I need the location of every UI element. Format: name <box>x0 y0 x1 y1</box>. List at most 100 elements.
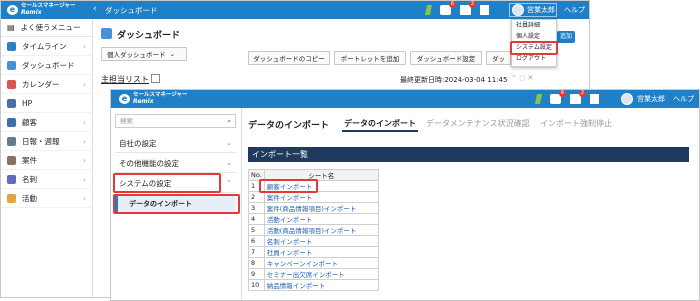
highlight-system-settings <box>510 41 558 55</box>
back-header: e セールスマネージャー Remix ‹ ダッシュボード 6 2 営業太郎 ヘルプ <box>1 1 589 19</box>
tab-force-stop[interactable]: インポート強制停止 <box>540 118 612 129</box>
updated-time: 最終更新日時:2024-03-04 11:45 <box>400 76 508 84</box>
sidebar-item-activity[interactable]: 活動 › <box>1 189 92 208</box>
tab-maintenance-status[interactable]: データメンテナンス状況確認 <box>426 118 530 129</box>
menu-label: 自社の設定 <box>119 138 157 148</box>
chevron-right-icon: › <box>83 155 86 165</box>
highlight-customer-import <box>259 179 318 193</box>
import-list-header: インポート一覧 <box>248 147 689 162</box>
help-link[interactable]: ヘルプ <box>673 94 694 104</box>
dashboard-icon <box>7 60 16 70</box>
sheet-link[interactable]: 納品情報インポート <box>263 279 379 291</box>
user-name[interactable]: 営業太郎 <box>637 94 665 104</box>
logo-mark-icon: e <box>7 4 18 15</box>
avatar[interactable] <box>621 93 633 105</box>
sidebar-item-hp[interactable]: HP <box>1 94 92 113</box>
chat-icon[interactable]: 6 <box>440 1 456 15</box>
favorites-menu[interactable]: ▤ よく使うメニュー <box>1 19 92 37</box>
table-row: 9 セミナー出欠席インポート <box>248 268 379 280</box>
chevron-right-icon: › <box>83 41 86 51</box>
personal-dashboard-label: 個人ダッシュボード <box>107 51 166 59</box>
document-icon[interactable] <box>480 5 489 15</box>
table-row: 2 案件インポート <box>248 191 379 203</box>
sidebar-label: ダッシュボード <box>22 60 75 70</box>
sidebar-label: 日報・週報 <box>22 136 60 146</box>
menu-employee-detail[interactable]: 社員詳細 <box>512 20 556 31</box>
sidebar-item-report[interactable]: 日報・週報 › <box>1 132 92 151</box>
row-no: 9 <box>248 268 265 280</box>
search-input[interactable]: 検索 ⌕ <box>115 114 236 128</box>
row-no: 10 <box>248 279 265 291</box>
dashboard-settings-button[interactable]: ダッシュボード設定 <box>410 51 482 65</box>
table-row: 7 社員インポート <box>248 246 379 258</box>
chevron-down-icon: ⌄ <box>226 139 232 147</box>
table-row: 6 名刺インポート <box>248 235 379 247</box>
portlet-controls[interactable]: ⌃ ◌ ✕ <box>511 74 533 82</box>
help-link[interactable]: ヘルプ <box>564 5 585 15</box>
copy-dashboard-button[interactable]: ダッシュボードのコピー <box>248 51 330 65</box>
front-logo: e セールスマネージャー Remix <box>119 92 187 105</box>
mail-icon[interactable]: 2 <box>570 90 586 104</box>
search-icon: ⌕ <box>227 117 231 125</box>
mail-badge: 2 <box>468 1 476 8</box>
tab-data-import[interactable]: データのインポート <box>344 118 416 129</box>
sidebar-item-customer[interactable]: 顧客 › <box>1 113 92 132</box>
sheet-link[interactable]: 案件インポート <box>263 191 379 203</box>
row-no: 6 <box>248 235 265 247</box>
tab-active-underline <box>342 130 418 132</box>
chevron-right-icon: › <box>83 136 86 146</box>
sheet-link[interactable]: キャンペーンインポート <box>263 257 379 269</box>
sheet-link[interactable]: 社員インポート <box>263 246 379 258</box>
timeline-icon <box>7 41 16 51</box>
sidebar-label: HP <box>22 98 33 108</box>
menu-company-settings[interactable]: 自社の設定 ⌄ <box>115 134 236 153</box>
table-row: 8 キャンペーンインポート <box>248 257 379 269</box>
highlight-data-import <box>113 194 240 214</box>
front-header-icons: 6 2 <box>534 90 599 104</box>
front-main: データのインポート データのインポート データメンテナンス状況確認 インポート強… <box>242 108 699 300</box>
sidebar-item-card[interactable]: 名刺 › <box>1 170 92 189</box>
row-no: 2 <box>248 191 265 203</box>
back-chevron-icon[interactable]: ‹ <box>93 4 97 14</box>
sidebar-label: カレンダー <box>22 79 60 89</box>
personal-dashboard-select[interactable]: 個人ダッシュボード ⌄ <box>101 47 187 61</box>
back-user-area[interactable]: 営業太郎 <box>509 3 557 17</box>
front-header: e セールスマネージャー Remix 6 2 営業太郎 ヘルプ <box>111 90 699 108</box>
sidebar-item-calendar[interactable]: カレンダー › <box>1 75 92 94</box>
beginner-icon[interactable] <box>534 94 543 104</box>
add-portlet-button[interactable]: ポートレットを追加 <box>334 51 406 65</box>
sheet-link[interactable]: 名刺インポート <box>263 235 379 247</box>
table-row: 10 納品情報インポート <box>248 279 379 291</box>
back-sidebar: ▤ よく使うメニュー タイムライン › ダッシュボード カレンダー › HP 顧客 › … <box>1 19 93 297</box>
sidebar-item-timeline[interactable]: タイムライン › <box>1 37 92 56</box>
breadcrumb: ダッシュボード <box>105 6 158 15</box>
logo-mark-icon: e <box>119 93 130 104</box>
portlet-title[interactable]: 主担当リスト <box>101 74 149 85</box>
user-name: 営業太郎 <box>527 6 555 14</box>
more-dashboard-button[interactable]: ダッ <box>486 51 511 65</box>
row-no: 7 <box>248 246 265 258</box>
chevron-down-icon: ⌄ <box>226 159 232 167</box>
add-button[interactable]: 追加 <box>557 31 575 43</box>
mail-icon[interactable]: 2 <box>460 1 476 15</box>
row-no: 4 <box>248 213 265 225</box>
portlet-icon <box>151 74 160 83</box>
chevron-right-icon: › <box>83 79 86 89</box>
back-header-icons: 6 2 <box>424 1 489 15</box>
sidebar-item-deal[interactable]: 案件 › <box>1 151 92 170</box>
beginner-icon[interactable] <box>424 5 433 15</box>
chat-icon[interactable]: 6 <box>550 90 566 104</box>
favorites-label: よく使うメニュー <box>20 23 81 32</box>
menu-other-settings[interactable]: その他機能の設定 ⌄ <box>115 154 236 173</box>
sidebar-item-dashboard[interactable]: ダッシュボード <box>1 56 92 75</box>
sheet-link[interactable]: 案件(商品情報項目)インポート <box>263 202 379 214</box>
sheet-link[interactable]: 活動(商品情報項目)インポート <box>263 224 379 236</box>
sidebar-label: 活動 <box>22 193 37 203</box>
table-row: 5 活動(商品情報項目)インポート <box>248 224 379 236</box>
report-icon <box>7 136 16 146</box>
sheet-link[interactable]: 活動インポート <box>263 213 379 225</box>
search-placeholder: 検索 <box>120 117 133 125</box>
sheet-link[interactable]: セミナー出欠席インポート <box>263 268 379 280</box>
document-icon[interactable] <box>590 94 599 104</box>
chevron-down-icon: ⌄ <box>169 50 175 58</box>
